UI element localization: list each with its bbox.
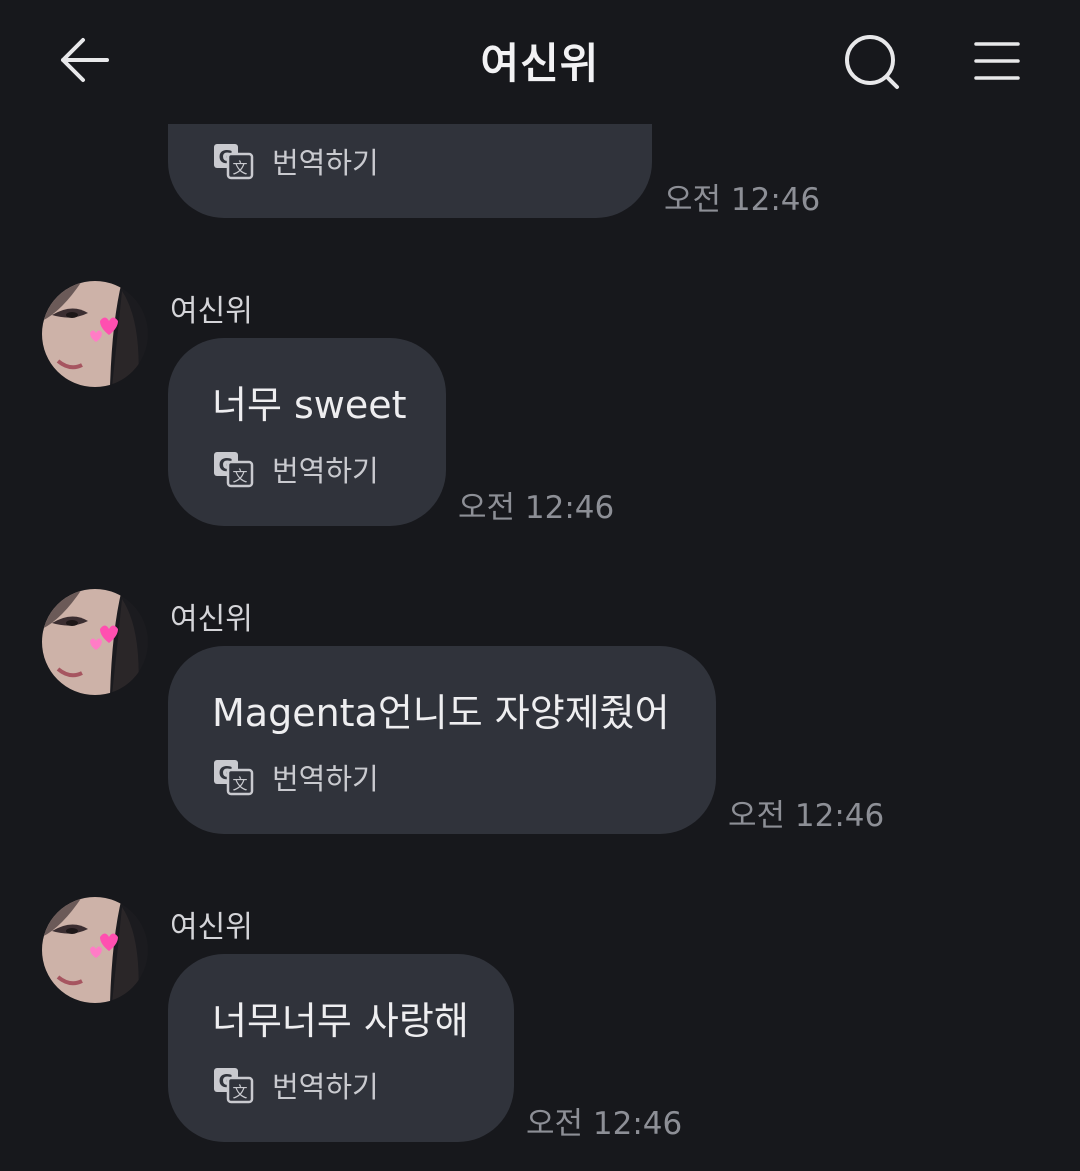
svg-text:文: 文	[232, 775, 247, 793]
chat-title: 여신위	[480, 39, 600, 88]
translate-icon: G 文	[214, 1068, 254, 1104]
translate-button[interactable]: G 文 번역하기	[212, 140, 379, 182]
message-time: 오전 12:46	[458, 490, 615, 526]
message-text: Magenta언니도 자양제줬어	[212, 691, 670, 735]
translate-button[interactable]: G 文 번역하기	[212, 448, 379, 490]
search-button[interactable]	[838, 28, 906, 96]
translate-label: 번역하기	[272, 454, 379, 488]
message-time: 오전 12:46	[526, 1106, 683, 1142]
avatar[interactable]	[42, 589, 148, 695]
sender-name: 여신위	[170, 910, 253, 945]
sender-name: 여신위	[170, 294, 253, 329]
message-time: 오전 12:46	[728, 798, 885, 834]
translate-label: 번역하기	[272, 146, 379, 180]
message-text: 너무 sweet	[212, 383, 407, 427]
translate-icon: G 文	[214, 452, 254, 488]
translate-button[interactable]: G 文 번역하기	[212, 756, 379, 798]
translate-icon: G 文	[214, 144, 254, 180]
profile-photo	[42, 589, 148, 695]
hamburger-menu-icon	[974, 42, 1020, 80]
translate-label: 번역하기	[272, 1070, 379, 1104]
message-bubble[interactable]: 너무너무 사랑해 G 文 번역하기	[168, 954, 514, 1142]
search-icon	[845, 35, 899, 89]
profile-photo	[42, 281, 148, 387]
svg-text:文: 文	[232, 1083, 247, 1101]
message-bubble[interactable]: 너무 sweet G 文 번역하기	[168, 338, 446, 526]
message-bubble[interactable]: Magenta언니도 자양제줬어 G 文 번역하기	[168, 646, 716, 834]
translate-icon: G 文	[214, 760, 254, 796]
chat-header: 여신위	[0, 0, 1080, 124]
translate-button[interactable]: G 文 번역하기	[212, 1064, 379, 1106]
menu-button[interactable]	[964, 28, 1030, 94]
avatar[interactable]	[42, 897, 148, 1003]
message-text: 너무너무 사랑해	[212, 999, 469, 1043]
translate-label: 번역하기	[272, 762, 379, 796]
profile-photo	[42, 897, 148, 1003]
svg-text:文: 文	[232, 467, 247, 485]
message-bubble[interactable]: G 文 번역하기	[168, 124, 652, 218]
message-time: 오전 12:46	[664, 182, 821, 218]
message-list[interactable]: G 文 번역하기 오전 12:46 여신위 너무 sweet G 文 번역하기 …	[0, 124, 1080, 1171]
svg-text:文: 文	[232, 159, 247, 177]
sender-name: 여신위	[170, 602, 253, 637]
avatar[interactable]	[42, 281, 148, 387]
